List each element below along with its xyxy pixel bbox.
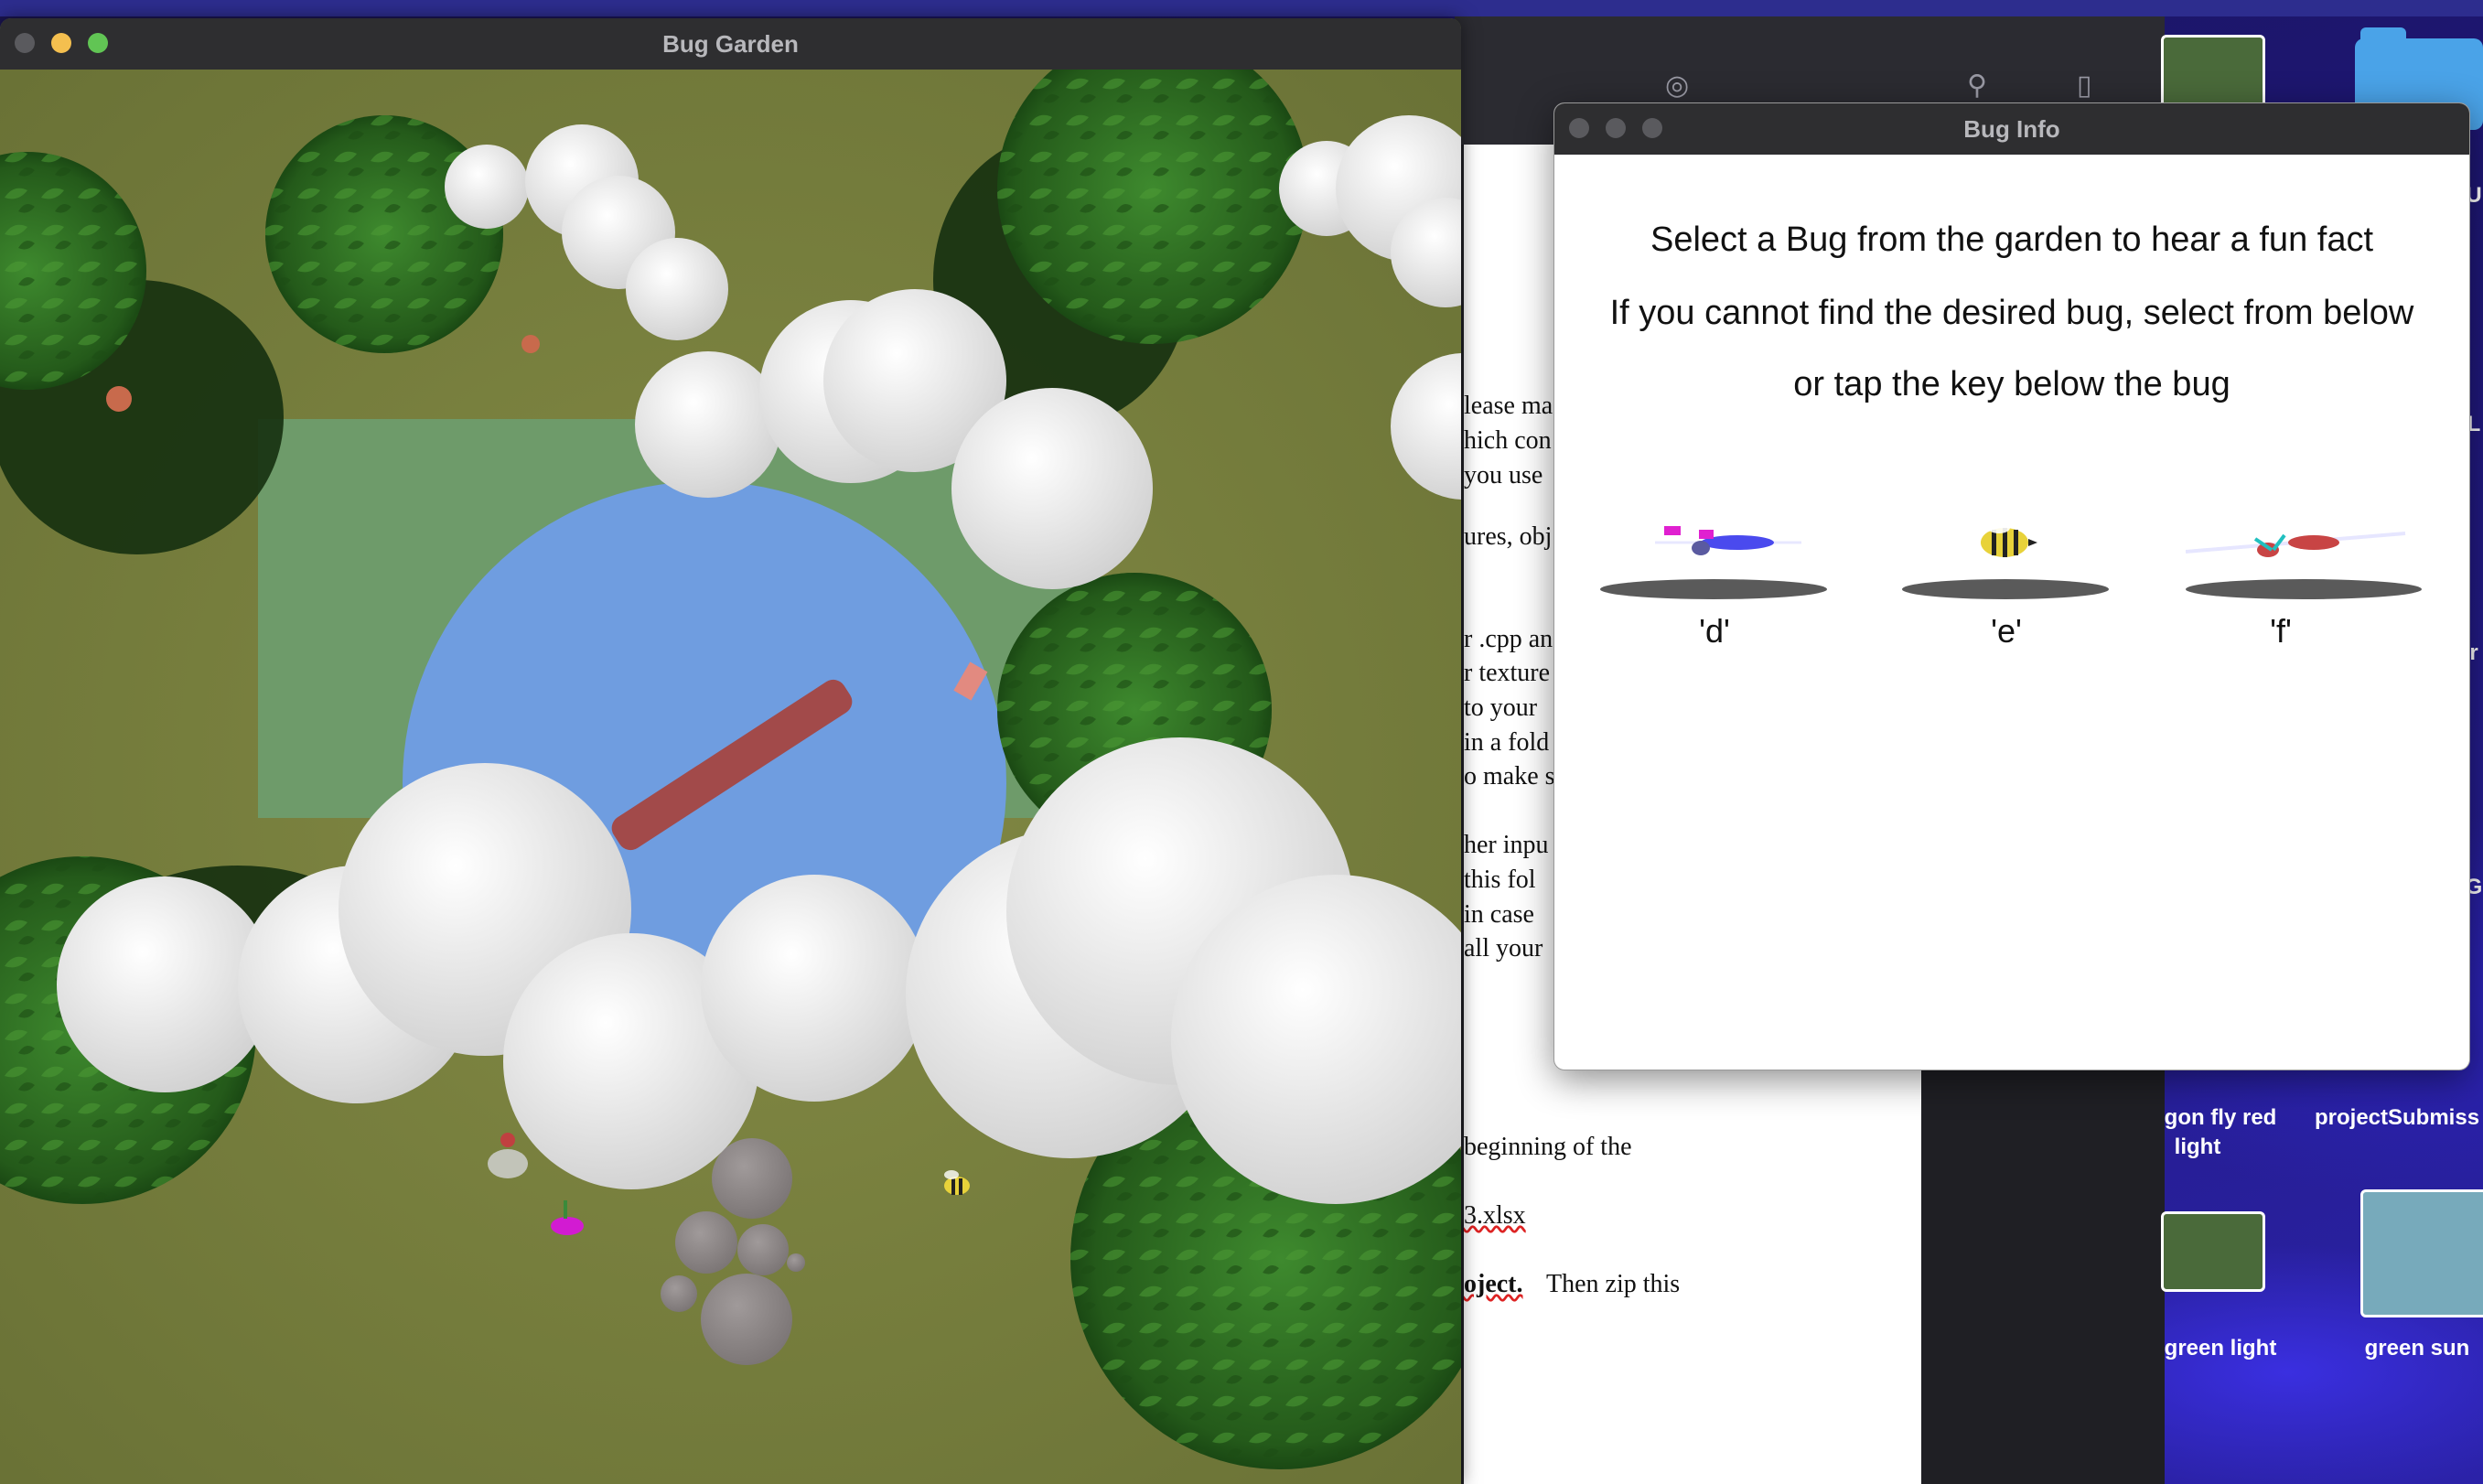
desktop-item-label[interactable]: light: [2152, 1135, 2243, 1160]
stone: [661, 1275, 697, 1312]
pin-icon[interactable]: ⚲: [1967, 70, 1987, 102]
doc-line: ures, obj: [1464, 522, 1553, 551]
green-light-thumbnail[interactable]: [2161, 1211, 2265, 1292]
info-titlebar[interactable]: Bug Info: [1554, 103, 2469, 155]
bug-shadow: [1902, 579, 2109, 599]
doc-line: in case: [1464, 900, 1534, 929]
zoom-button[interactable]: [1642, 118, 1662, 138]
close-button[interactable]: [1569, 118, 1589, 138]
doc-line: r texture: [1464, 659, 1551, 687]
bug-key-label: 'e': [1991, 612, 2022, 650]
doc-line: her inpu: [1464, 831, 1549, 859]
dragonfly-blue-icon: [1655, 526, 1801, 555]
doc-line: r .cpp an: [1464, 625, 1553, 653]
bug-garden-window[interactable]: Bug Garden: [0, 18, 1461, 1484]
desktop-item-label[interactable]: projectSubmiss: [2315, 1105, 2483, 1131]
bug-key-label: 'f': [2270, 612, 2292, 650]
bee-icon: [1981, 522, 2037, 557]
doc-line: oject.: [1464, 1270, 1523, 1298]
desktop-item-label[interactable]: gon fly red: [2152, 1105, 2289, 1131]
minimize-button[interactable]: [1606, 118, 1626, 138]
instruction-line-2: If you cannot find the desired bug, sele…: [1609, 294, 2414, 332]
green-sun-thumbnail[interactable]: [2360, 1189, 2483, 1317]
doc-line: o make s: [1464, 762, 1555, 790]
bug-shadow: [2186, 579, 2422, 599]
garden-titlebar[interactable]: Bug Garden: [0, 18, 1461, 70]
stone: [712, 1138, 792, 1219]
minimize-button[interactable]: [51, 33, 71, 53]
zoom-button[interactable]: [88, 33, 108, 53]
doc-line: lease ma: [1464, 392, 1553, 420]
close-button[interactable]: [15, 33, 35, 53]
doc-line: hich con: [1464, 426, 1552, 455]
document-icon[interactable]: ▯: [2077, 70, 2092, 102]
desktop-item-label[interactable]: green sun: [2351, 1336, 2483, 1361]
stone: [787, 1253, 805, 1272]
stone: [675, 1211, 737, 1274]
info-window-title: Bug Info: [1963, 115, 2060, 143]
desktop-item-label[interactable]: green light: [2152, 1336, 2289, 1361]
bug-info-window[interactable]: Bug Info Select a Bug from the garden to…: [1553, 102, 2470, 1070]
bug-key-label: 'd': [1699, 612, 1730, 650]
doc-line: 3.xlsx: [1464, 1201, 1526, 1230]
bug-shadow: [1600, 579, 1827, 599]
bug-option-d[interactable]: 'd': [1600, 506, 1829, 671]
doc-line: you use: [1464, 461, 1543, 489]
stone: [701, 1274, 792, 1365]
doc-line: Then zip this: [1546, 1270, 1681, 1298]
stone: [737, 1224, 789, 1275]
share-icon[interactable]: ◎: [1665, 70, 1689, 102]
menu-bar: [0, 0, 2483, 16]
doc-line: to your: [1464, 694, 1538, 722]
dragonfly-red-icon: [2186, 532, 2406, 557]
garden-scene[interactable]: [0, 70, 1461, 1484]
doc-line: beginning of the: [1464, 1133, 1632, 1161]
instruction-line-3: or tap the key below the bug: [1793, 365, 2230, 403]
bug-option-e[interactable]: 'e': [1902, 506, 2112, 671]
instruction-line-1: Select a Bug from the garden to hear a f…: [1650, 220, 2374, 259]
garden-window-title: Bug Garden: [662, 30, 799, 58]
doc-line: this fol: [1464, 866, 1536, 894]
doc-line: in a fold: [1464, 728, 1550, 757]
bug-option-f[interactable]: 'f': [2186, 506, 2424, 671]
doc-line: all your: [1464, 934, 1543, 962]
